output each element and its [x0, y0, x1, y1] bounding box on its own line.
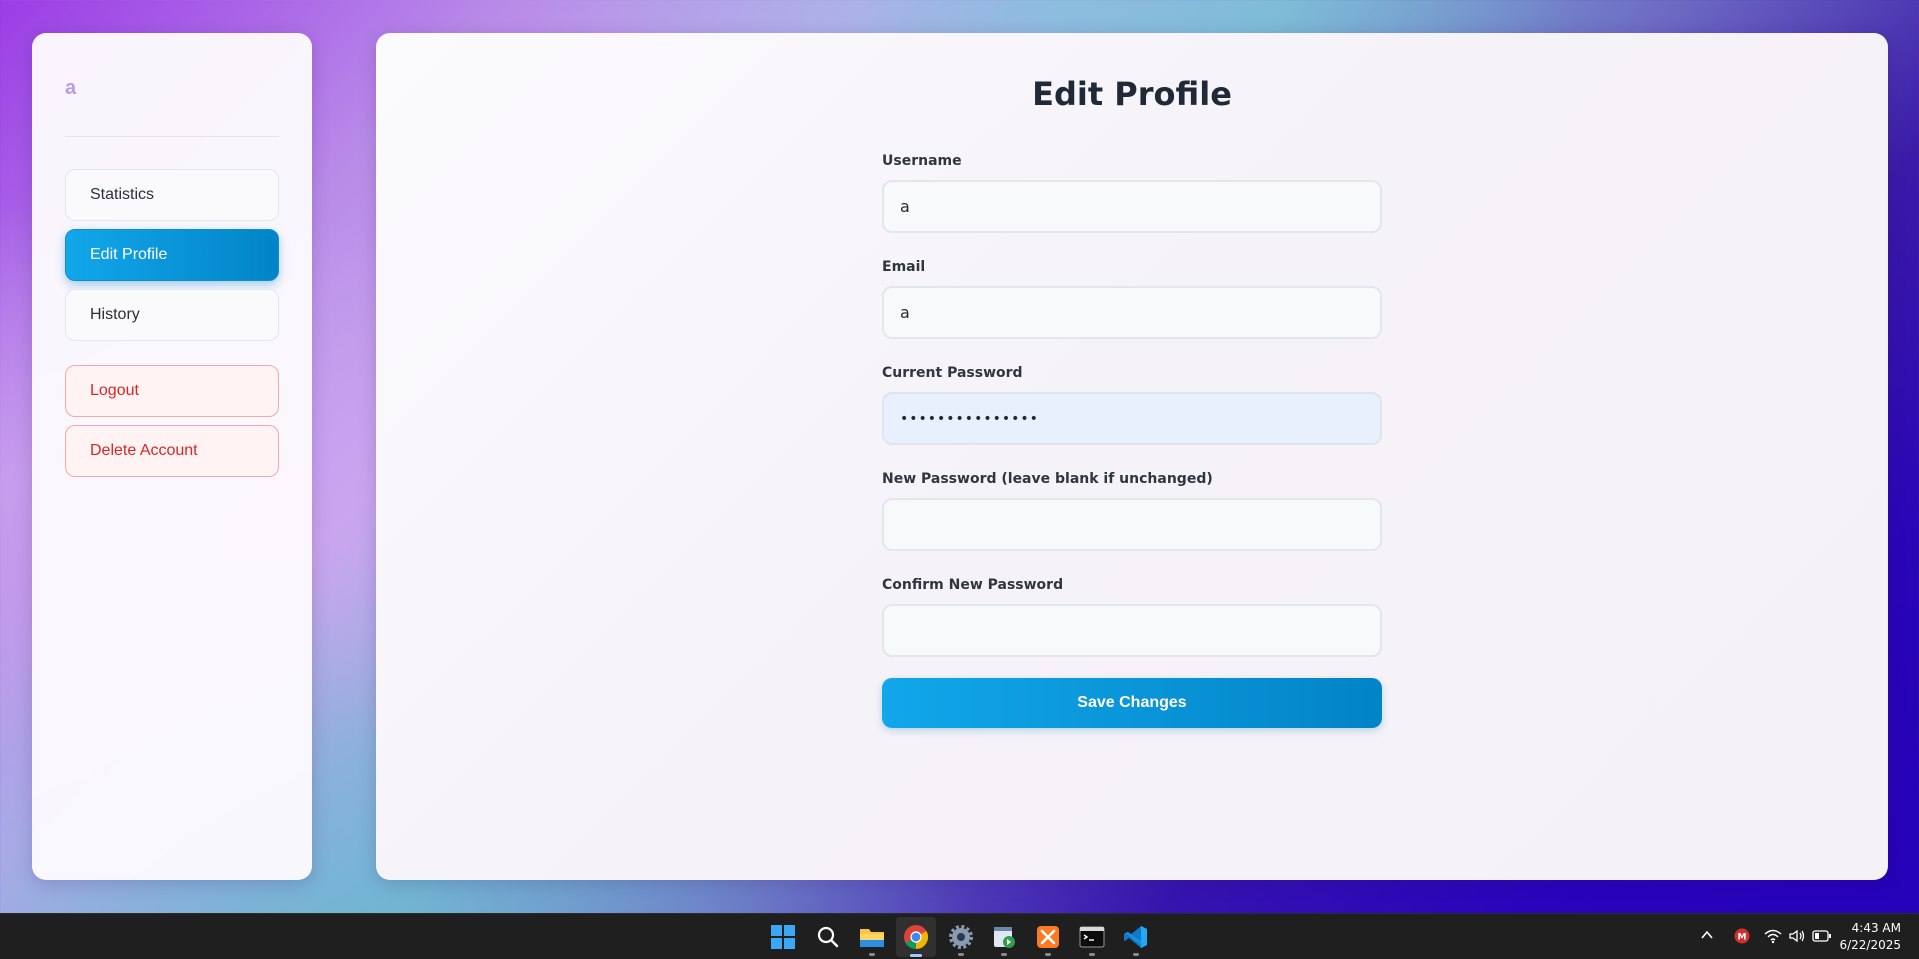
sidebar-item-edit-profile[interactable]: Edit Profile	[65, 229, 279, 281]
new-password-label: New Password (leave blank if unchanged)	[882, 471, 1213, 487]
file-explorer-icon[interactable]	[856, 921, 888, 956]
running-indicator	[958, 953, 964, 956]
taskbar: M 4:43 AM 6/22/2025	[0, 913, 1919, 959]
current-password-label: Current Password	[882, 365, 1023, 381]
sidebar-brand: a	[65, 77, 77, 99]
clock-time: 4:43 AM	[1851, 921, 1901, 935]
svg-text:M: M	[1738, 933, 1747, 943]
logout-button[interactable]: Logout	[65, 365, 279, 417]
start-icon[interactable]	[767, 921, 799, 953]
vscode-icon[interactable]	[1120, 921, 1152, 956]
save-changes-button[interactable]: Save Changes	[882, 678, 1382, 728]
username-input[interactable]	[882, 180, 1382, 233]
system-clock[interactable]: 4:43 AM 6/22/2025	[1839, 920, 1901, 954]
running-indicator	[1045, 953, 1051, 956]
chrome-icon[interactable]	[896, 917, 936, 957]
confirm-password-input[interactable]	[882, 604, 1382, 657]
search-icon[interactable]	[812, 921, 844, 953]
email-label: Email	[882, 259, 926, 275]
page-title: Edit Profile	[1032, 75, 1232, 113]
task-manager-icon[interactable]	[988, 921, 1020, 956]
delete-account-button[interactable]: Delete Account	[65, 425, 279, 477]
battery-icon[interactable]	[1812, 929, 1832, 948]
chevron-up-icon[interactable]	[1700, 928, 1714, 947]
email-input[interactable]	[882, 286, 1382, 339]
sidebar-item-history[interactable]: History	[65, 289, 279, 341]
sidebar-divider	[65, 136, 279, 137]
settings-icon[interactable]	[945, 921, 977, 956]
running-indicator	[1001, 953, 1007, 956]
running-indicator	[910, 954, 922, 957]
confirm-password-label: Confirm New Password	[882, 577, 1064, 593]
clock-date: 6/22/2025	[1839, 938, 1901, 952]
antivirus-icon[interactable]: M	[1734, 928, 1750, 949]
xampp-icon[interactable]	[1032, 921, 1064, 956]
terminal-icon[interactable]	[1076, 921, 1108, 956]
wifi-icon[interactable]	[1764, 928, 1782, 949]
current-password-input[interactable]	[882, 392, 1382, 445]
sidebar-item-statistics[interactable]: Statistics	[65, 169, 279, 221]
main-panel: Edit Profile Username Email Current Pass…	[376, 33, 1888, 880]
running-indicator	[1089, 953, 1095, 956]
running-indicator	[869, 953, 875, 956]
running-indicator	[1133, 953, 1139, 956]
sidebar: a Statistics Edit Profile History Logout…	[32, 33, 312, 880]
volume-icon[interactable]	[1788, 928, 1806, 949]
new-password-input[interactable]	[882, 498, 1382, 551]
username-label: Username	[882, 153, 962, 169]
